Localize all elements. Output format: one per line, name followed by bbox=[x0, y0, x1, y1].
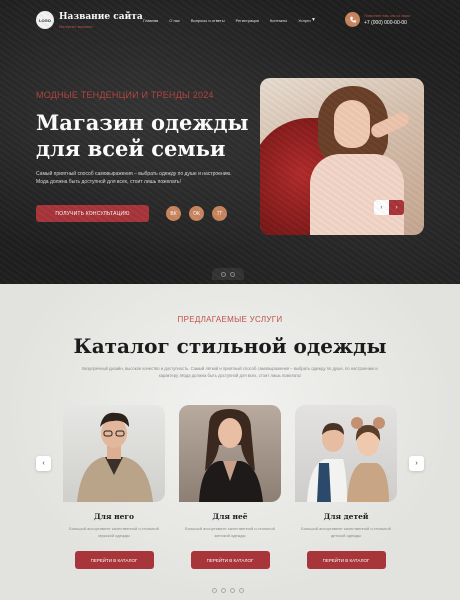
catalog-kicker: ПРЕДЛАГАЕМЫЕ УСЛУГИ bbox=[177, 315, 283, 324]
card-desc-kids: Большой ассортимент качественной и стиль… bbox=[301, 526, 391, 538]
catalog-next-button[interactable]: › bbox=[409, 456, 424, 471]
face-shape bbox=[334, 100, 370, 148]
nav-dropdown-icon[interactable]: ▾ bbox=[312, 16, 315, 23]
catalog-card-women: Для неё Большой ассортимент качественной… bbox=[179, 405, 281, 569]
site-subtitle: Интернет-магазин bbox=[59, 24, 93, 29]
card-button-kids[interactable]: ПЕРЕЙТИ В КАТАЛОГ bbox=[306, 551, 386, 569]
social-ok-icon[interactable]: ОК bbox=[189, 206, 204, 221]
phone-number[interactable]: +7 (000) 000-00-00 bbox=[364, 20, 407, 26]
phone-glyph-icon bbox=[349, 16, 356, 23]
consultation-button[interactable]: ПОЛУЧИТЬ КОНСУЛЬТАЦИЮ bbox=[36, 205, 149, 222]
pagination-dot[interactable] bbox=[239, 588, 244, 593]
catalog-card-kids: Для детей Большой ассортимент качественн… bbox=[295, 405, 397, 569]
site-logo[interactable]: LOGO bbox=[36, 11, 54, 29]
site-header: LOGO Название сайта Интернет-магазин Гла… bbox=[0, 0, 460, 40]
card-title-men: Для него bbox=[94, 512, 134, 521]
catalog-text: Безупречный дизайн, высокое качество и д… bbox=[82, 366, 378, 378]
card-image-women bbox=[179, 405, 281, 502]
hero-kicker: МОДНЫЕ ТЕНДЕНЦИИ И ТРЕНДЫ 2024 bbox=[36, 90, 214, 100]
catalog-pagination bbox=[212, 588, 244, 593]
site-title: Название сайта bbox=[59, 12, 143, 22]
pagination-dot[interactable] bbox=[230, 271, 235, 277]
catalog-prev-button[interactable]: ‹ bbox=[36, 456, 51, 471]
hero-pagination bbox=[212, 268, 244, 280]
card-title-women: Для неё bbox=[212, 512, 248, 521]
pagination-dot[interactable] bbox=[221, 588, 226, 593]
hero-prev-button[interactable]: ‹ bbox=[374, 200, 389, 215]
nav-item-contacts[interactable]: Контакты bbox=[270, 18, 287, 23]
catalog-card-men: Для него Большой ассортимент качественно… bbox=[63, 405, 165, 569]
kids-figure bbox=[307, 417, 389, 502]
card-title-kids: Для детей bbox=[323, 512, 369, 521]
pagination-dot[interactable] bbox=[212, 588, 217, 593]
card-button-men[interactable]: ПЕРЕЙТИ В КАТАЛОГ bbox=[74, 551, 154, 569]
phone-icon[interactable] bbox=[345, 12, 360, 27]
social-tg-icon[interactable]: ТГ bbox=[212, 206, 227, 221]
man-figure bbox=[77, 412, 153, 502]
woman-figure bbox=[199, 409, 263, 502]
catalog-section: ПРЕДЛАГАЕМЫЕ УСЛУГИ Каталог стильной оде… bbox=[0, 284, 460, 600]
pagination-dot[interactable] bbox=[221, 271, 226, 277]
hero-section: LOGO Название сайта Интернет-магазин Гла… bbox=[0, 0, 460, 284]
nav-item-faq[interactable]: Вопросы и ответы bbox=[191, 18, 225, 23]
nav-item-register[interactable]: Регистрация bbox=[236, 18, 259, 23]
pagination-dot[interactable] bbox=[230, 588, 235, 593]
social-vk-icon[interactable]: ВК bbox=[166, 206, 181, 221]
card-desc-women: Большой ассортимент качественной и стиль… bbox=[185, 526, 275, 538]
nav-item-home[interactable]: Главная bbox=[143, 18, 158, 23]
main-nav: Главная О нас Вопросы и ответы Регистрац… bbox=[143, 18, 322, 23]
card-image-men bbox=[63, 405, 165, 502]
blouse-shape bbox=[310, 154, 404, 235]
card-image-kids bbox=[295, 405, 397, 502]
card-button-women[interactable]: ПЕРЕЙТИ В КАТАЛОГ bbox=[190, 551, 270, 569]
nav-item-services[interactable]: Услуги bbox=[298, 18, 310, 23]
hero-next-button[interactable]: › bbox=[389, 200, 404, 215]
hero-title: Магазин одежды для всей семьи bbox=[36, 110, 249, 161]
phone-caption: Позвоните нам, мы на связи bbox=[364, 14, 411, 18]
catalog-title: Каталог стильной одежды bbox=[73, 334, 387, 358]
nav-item-about[interactable]: О нас bbox=[169, 18, 180, 23]
card-desc-men: Большой ассортимент качественной и стиль… bbox=[69, 526, 159, 538]
hero-text: Самый приятный способ самовыражения – вы… bbox=[36, 171, 232, 185]
